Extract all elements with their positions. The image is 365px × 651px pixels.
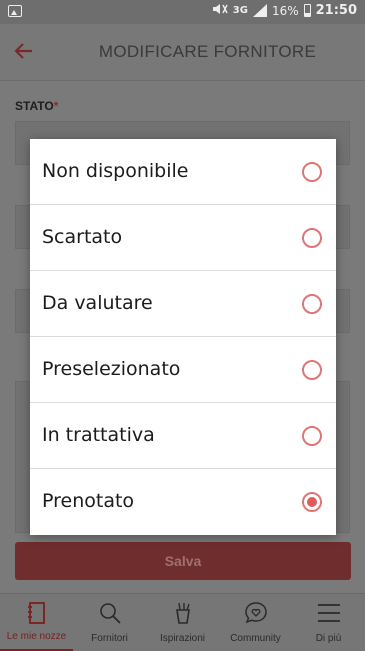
nav-community[interactable]: Community <box>219 594 292 651</box>
notebook-icon <box>24 600 50 626</box>
radio-button[interactable] <box>302 162 322 182</box>
option-in-trattativa[interactable]: In trattativa <box>30 403 336 469</box>
radio-button[interactable] <box>302 294 322 314</box>
option-prenotato[interactable]: Prenotato <box>30 469 336 535</box>
stato-label-text: STATO <box>15 99 54 113</box>
mute-icon <box>212 3 228 18</box>
nav-label: Fornitori <box>91 633 128 644</box>
inspiration-icon <box>170 600 196 626</box>
status-indicators: 3G 16% 21:50 <box>212 3 357 18</box>
radio-button[interactable] <box>302 360 322 380</box>
nav-label: Di più <box>315 633 342 644</box>
status-bar: 3G 16% 21:50 <box>0 0 365 24</box>
battery-icon <box>303 4 311 17</box>
option-label: Preselezionato <box>42 358 181 380</box>
menu-icon <box>316 600 342 626</box>
stato-label: STATO* <box>15 99 58 113</box>
page-title: MODIFICARE FORNITORE <box>98 42 317 61</box>
option-preselezionato[interactable]: Preselezionato <box>30 337 336 403</box>
nav-label: Le mie nozze <box>6 631 67 642</box>
option-non-disponibile[interactable]: Non disponibile <box>30 139 336 205</box>
nav-label: Ispirazioni <box>159 633 206 644</box>
nav-ispirazioni[interactable]: Ispirazioni <box>146 594 219 651</box>
option-label: Scartato <box>42 226 123 248</box>
radio-button[interactable] <box>302 228 322 248</box>
radio-button-selected[interactable] <box>302 492 322 512</box>
option-label: Prenotato <box>42 490 135 512</box>
back-arrow-icon[interactable] <box>12 39 36 63</box>
gallery-notification-icon <box>8 5 22 17</box>
option-label: In trattativa <box>42 424 155 446</box>
battery-percent: 16% <box>271 3 299 18</box>
nav-di-piu[interactable]: Di più <box>292 594 365 651</box>
app-bar: MODIFICARE FORNITORE <box>0 24 365 81</box>
chat-heart-icon <box>243 600 269 626</box>
network-type: 3G <box>232 5 248 16</box>
signal-icon <box>252 4 267 17</box>
option-label: Non disponibile <box>42 160 189 182</box>
radio-button[interactable] <box>302 426 322 446</box>
search-icon <box>97 600 123 626</box>
nav-le-mie-nozze[interactable]: Le mie nozze <box>0 594 73 651</box>
bottom-nav: Le mie nozze Fornitori Ispirazioni Commu… <box>0 593 365 651</box>
option-label: Da valutare <box>42 292 153 314</box>
required-mark: * <box>53 99 59 113</box>
clock: 21:50 <box>315 3 357 18</box>
stato-dialog: Non disponibile Scartato Da valutare Pre… <box>30 139 336 535</box>
nav-fornitori[interactable]: Fornitori <box>73 594 146 651</box>
option-scartato[interactable]: Scartato <box>30 205 336 271</box>
option-da-valutare[interactable]: Da valutare <box>30 271 336 337</box>
nav-label: Community <box>230 633 281 644</box>
save-button[interactable]: Salva <box>15 542 351 580</box>
